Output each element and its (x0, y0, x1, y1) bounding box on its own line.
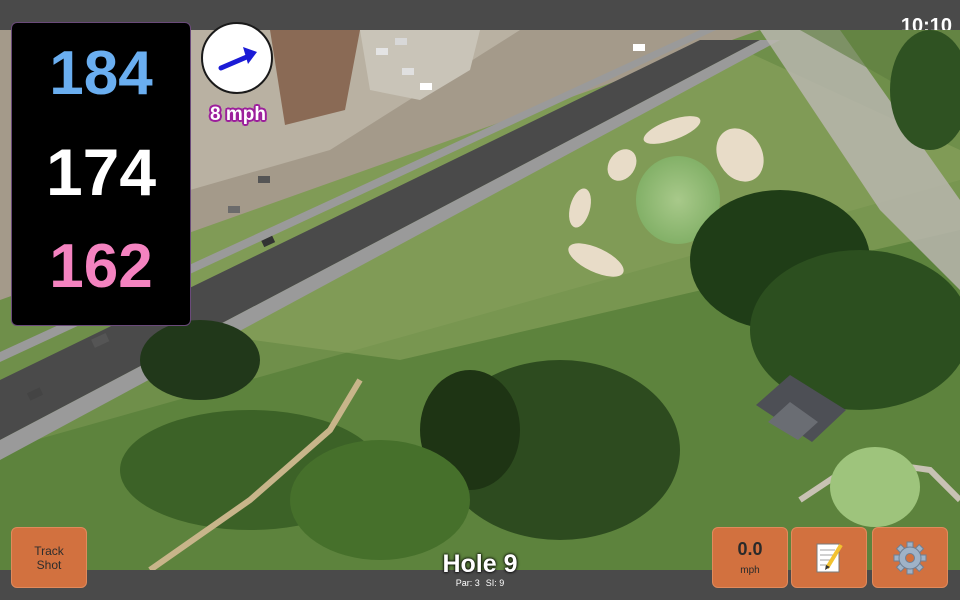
notes-button[interactable] (791, 527, 867, 588)
wind-direction-arrow-icon (218, 47, 257, 71)
speed-value: 0.0 (737, 539, 763, 559)
speed-button[interactable]: 0.0 mph (712, 527, 788, 588)
gear-icon (893, 541, 927, 575)
speed-unit: mph (740, 565, 760, 576)
distance-panel: 184 174 162 (11, 22, 191, 326)
hole-title: Hole 9 (442, 550, 518, 578)
wind-speed-label: 8 mph (210, 104, 266, 125)
notepad-pencil-icon (816, 543, 843, 573)
settings-button[interactable] (872, 527, 948, 588)
hole-par: Par: 3 (455, 578, 480, 588)
hole-meta: Par: 3 SI: 9 (380, 578, 580, 588)
distance-middle-value: 174 (45, 135, 157, 209)
wind-indicator (201, 22, 273, 94)
track-shot-button[interactable]: Track Shot (11, 527, 87, 588)
distance-front-value: 162 (49, 232, 153, 301)
hole-si: SI: 9 (485, 578, 505, 588)
track-shot-label: Track Shot (34, 543, 64, 572)
distance-back-value: 184 (49, 39, 153, 108)
